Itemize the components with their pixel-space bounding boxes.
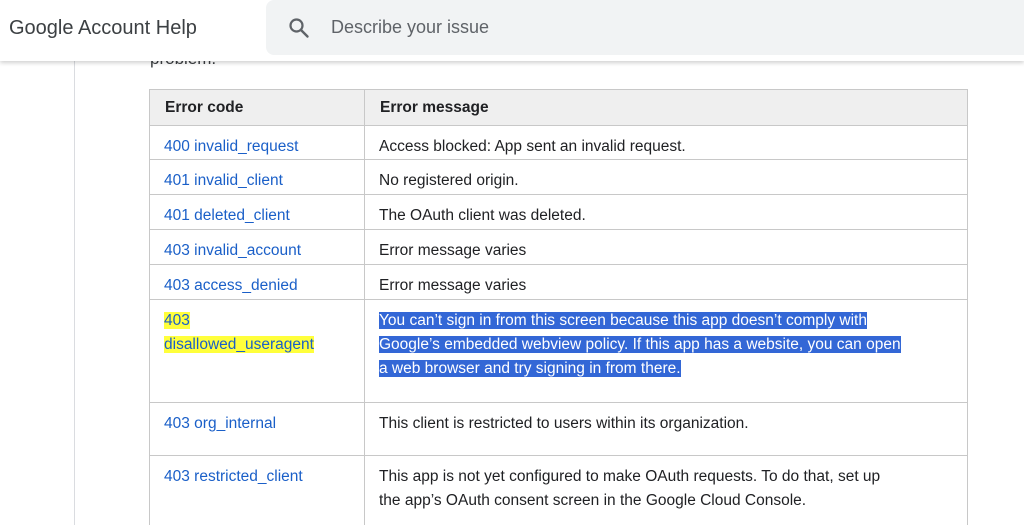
selected-text: Google’s embedded webview policy. If thi…	[379, 336, 901, 353]
error-message-line: This app is not yet configured to make O…	[379, 468, 881, 485]
error-code-link[interactable]: 403 restricted_client	[164, 468, 303, 485]
error-code-link[interactable]: 403	[164, 312, 190, 329]
column-header-error-code: Error code	[149, 89, 365, 126]
table-row: 403 invalid_account Error message varies	[149, 229, 968, 265]
error-code-link[interactable]: 403 org_internal	[164, 415, 276, 432]
error-message-cell: You can’t sign in from this screen becau…	[364, 299, 968, 403]
error-message-cell: The OAuth client was deleted.	[364, 194, 968, 230]
table-row: 403 restricted_client This app is not ye…	[149, 455, 968, 525]
error-message-cell: Error message varies	[364, 264, 968, 300]
table-row: 403 org_internal This client is restrict…	[149, 402, 968, 456]
error-code-link[interactable]: 401 invalid_client	[164, 172, 283, 189]
error-codes-table: Error code Error message 400 invalid_req…	[149, 89, 968, 525]
error-code-link[interactable]: 400 invalid_request	[164, 138, 298, 155]
error-message-cell: No registered origin.	[364, 159, 968, 195]
table-row: 401 deleted_client The OAuth client was …	[149, 194, 968, 230]
selected-text: You can’t sign in from this screen becau…	[379, 312, 867, 329]
error-message-cell: This client is restricted to users withi…	[364, 402, 968, 456]
error-code-link[interactable]: disallowed_useragent	[164, 336, 314, 353]
table-row-highlighted: 403 disallowed_useragent You can’t sign …	[149, 299, 968, 403]
error-code-link[interactable]: 401 deleted_client	[164, 207, 290, 224]
search-icon[interactable]	[287, 16, 311, 40]
search-input[interactable]	[322, 8, 982, 46]
error-code-link[interactable]: 403 invalid_account	[164, 242, 301, 259]
error-message-line: the app’s OAuth consent screen in the Go…	[379, 492, 807, 509]
error-message-cell: Error message varies	[364, 229, 968, 265]
article-left-border	[74, 60, 75, 525]
page-title[interactable]: Google Account Help	[9, 17, 197, 40]
table-row: 400 invalid_request Access blocked: App …	[149, 125, 968, 160]
table-row: 401 invalid_client No registered origin.	[149, 159, 968, 195]
help-article-content: problem. Error code Error message 400 in…	[0, 0, 1024, 525]
error-message-cell: Access blocked: App sent an invalid requ…	[364, 125, 968, 160]
top-app-bar: Google Account Help	[0, 0, 1024, 61]
column-header-error-message: Error message	[364, 89, 968, 126]
error-code-link[interactable]: 403 access_denied	[164, 277, 298, 294]
selected-text: a web browser and try signing in from th…	[379, 360, 681, 377]
table-header-row: Error code Error message	[149, 89, 968, 126]
table-row: 403 access_denied Error message varies	[149, 264, 968, 300]
error-message-cell: This app is not yet configured to make O…	[364, 455, 968, 525]
